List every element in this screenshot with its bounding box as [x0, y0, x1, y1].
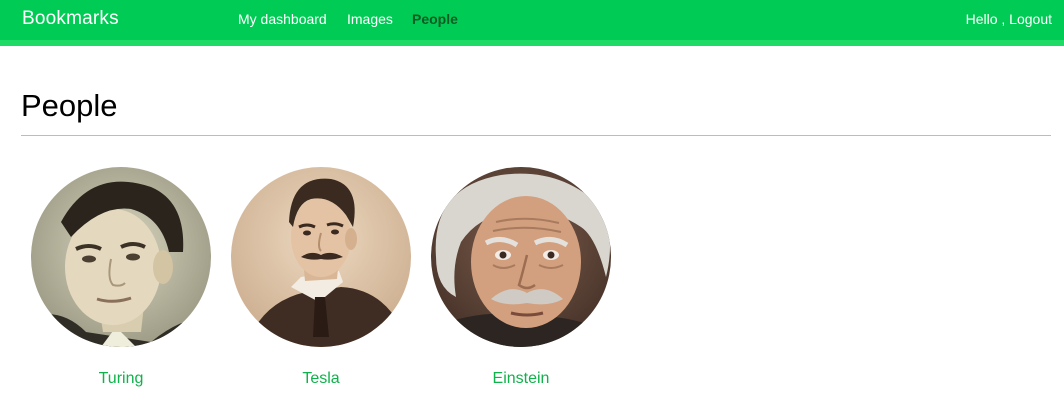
person-card: Turing — [31, 167, 211, 388]
top-navbar: Bookmarks My dashboard Images People Hel… — [0, 0, 1064, 46]
person-avatar-tesla[interactable] — [231, 167, 411, 347]
nav-my-dashboard[interactable]: My dashboard — [238, 11, 327, 27]
person-avatar-turing[interactable] — [31, 167, 211, 347]
nav-people[interactable]: People — [412, 11, 458, 27]
person-avatar-einstein[interactable] — [431, 167, 611, 347]
person-name-link[interactable]: Tesla — [231, 370, 411, 388]
site-logo[interactable]: Bookmarks — [22, 8, 119, 30]
portrait-einstein-image — [431, 167, 611, 347]
nav-images[interactable]: Images — [347, 11, 393, 27]
person-card: Tesla — [231, 167, 411, 388]
portrait-turing-image — [31, 167, 211, 347]
title-divider — [21, 135, 1051, 136]
page-title: People — [21, 88, 118, 123]
user-menu: Hello , Logout — [966, 11, 1052, 27]
portrait-tesla-image — [231, 167, 411, 347]
logout-link[interactable]: Logout — [1009, 11, 1052, 27]
greeting-text: Hello , — [965, 11, 1006, 27]
person-card: Einstein — [431, 167, 611, 388]
person-name-link[interactable]: Turing — [31, 370, 211, 388]
person-name-link[interactable]: Einstein — [431, 370, 611, 388]
